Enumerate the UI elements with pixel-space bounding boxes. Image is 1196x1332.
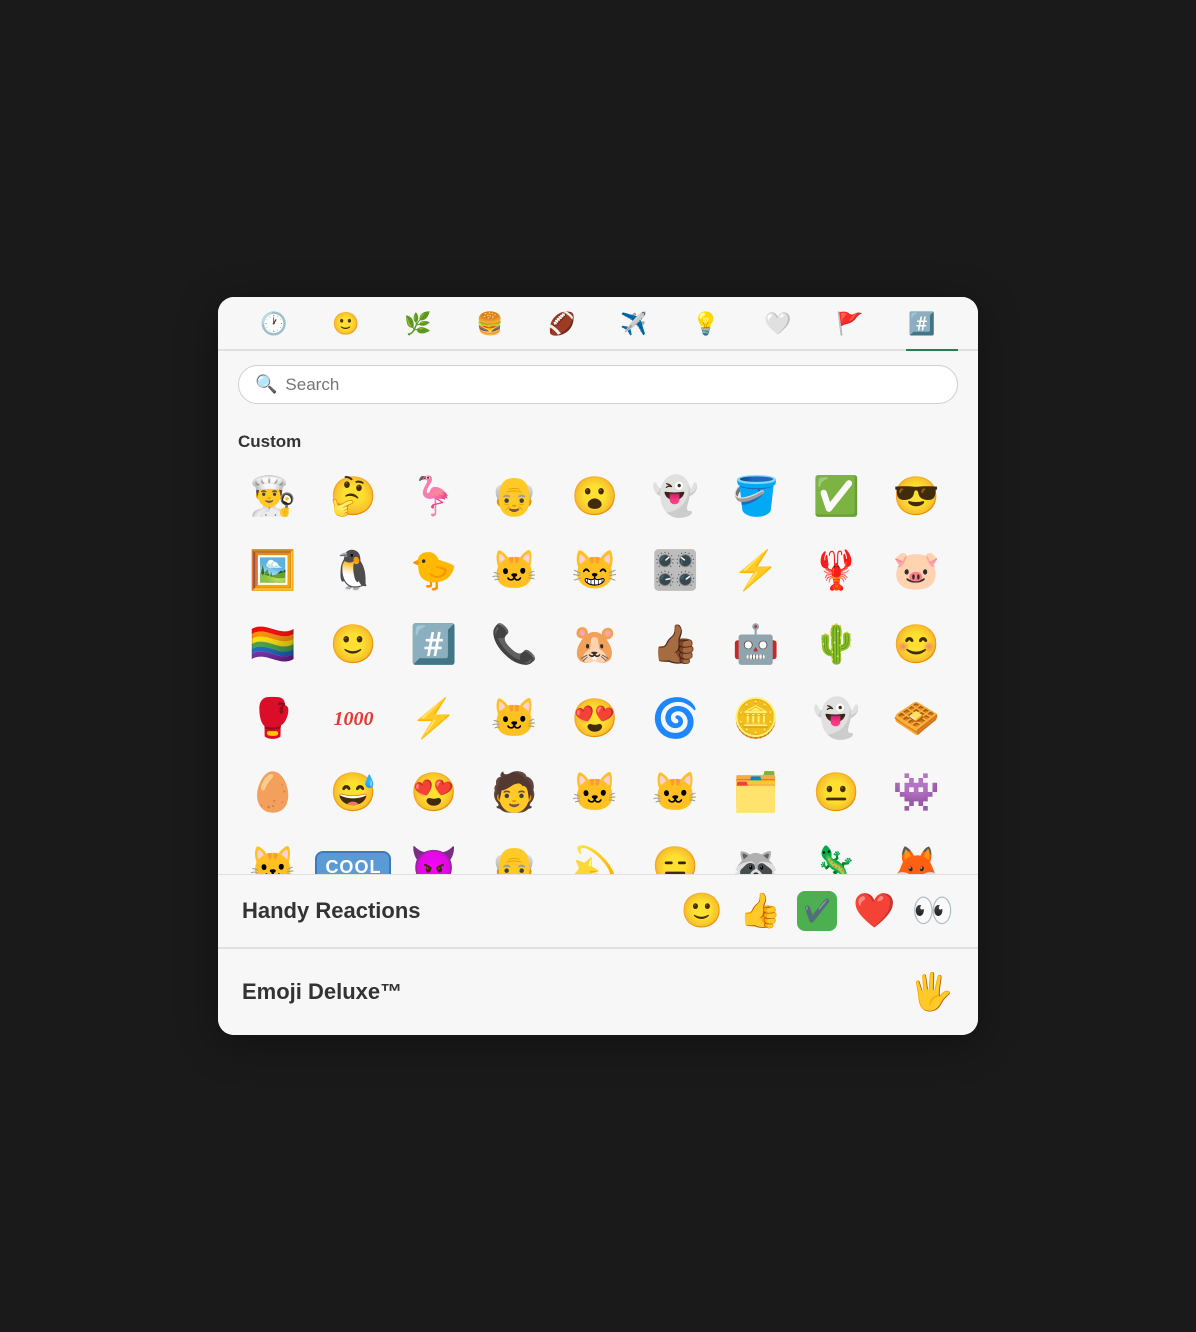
emoji-picker: 🕐 🙂 🌿 🍔 🏈 ✈️ 💡 🤍 🚩 #️⃣ 🔍 Custom 👨‍🍳 🤔 🦩 … bbox=[218, 297, 978, 1035]
cool-text: COOL bbox=[315, 851, 391, 875]
emoji-photo[interactable]: 🖼️ bbox=[238, 536, 308, 606]
search-icon: 🔍 bbox=[255, 374, 277, 395]
emoji-surprised[interactable]: 😮 bbox=[560, 462, 630, 532]
tab-symbols[interactable]: 🤍 bbox=[742, 311, 814, 349]
emoji-smile[interactable]: 🙂 bbox=[318, 610, 388, 680]
emoji-person[interactable]: 🧑 bbox=[479, 758, 549, 828]
emoji-grid-custom: 👨‍🍳 🤔 🦩 👴 😮 👻 🪣 ✅ 😎 🖼️ 🐧 🐤 🐱 😸 🎛️ ⚡ 🦞 🐷 … bbox=[238, 462, 958, 874]
tab-bar: 🕐 🙂 🌿 🍔 🏈 ✈️ 💡 🤍 🚩 #️⃣ bbox=[218, 297, 978, 351]
emoji-happy-ball[interactable]: 😊 bbox=[882, 610, 952, 680]
tab-nature[interactable]: 🌿 bbox=[382, 311, 454, 349]
emoji-fox[interactable]: 🦊 bbox=[882, 832, 952, 874]
emoji-hashtag-art[interactable]: #️⃣ bbox=[399, 610, 469, 680]
handy-emoji-heart[interactable]: ❤️ bbox=[853, 891, 895, 931]
emoji-cheshire[interactable]: 😸 bbox=[560, 536, 630, 606]
emoji-1000[interactable]: 1000 bbox=[318, 684, 388, 754]
tab-travel[interactable]: ✈️ bbox=[598, 311, 670, 349]
hand-wave-emoji[interactable]: 🖐️ bbox=[909, 971, 954, 1013]
emoji-lobster[interactable]: 🦞 bbox=[801, 536, 871, 606]
tab-flags[interactable]: 🚩 bbox=[814, 311, 886, 349]
emoji-controls[interactable]: 🎛️ bbox=[640, 536, 710, 606]
search-area: 🔍 bbox=[218, 351, 978, 414]
handy-emoji-eyes[interactable]: 👀 bbox=[912, 891, 954, 931]
search-box[interactable]: 🔍 bbox=[238, 365, 958, 404]
emoji-thinking[interactable]: 🤔 bbox=[318, 462, 388, 532]
emoji-hello-kitty[interactable]: 🐱 bbox=[640, 758, 710, 828]
emoji-egg[interactable]: 🥚 bbox=[238, 758, 308, 828]
emoji-pikachu[interactable]: ⚡ bbox=[721, 536, 791, 606]
emoji-unamused[interactable]: 😐 bbox=[801, 758, 871, 828]
tab-food[interactable]: 🍔 bbox=[454, 311, 526, 349]
emoji-bucket[interactable]: 🪣 bbox=[721, 462, 791, 532]
emoji-mario[interactable]: 👾 bbox=[882, 758, 952, 828]
emoji-homer[interactable]: 😅 bbox=[318, 758, 388, 828]
emoji-ghostbuster[interactable]: 👻 bbox=[640, 462, 710, 532]
emoji-deluxe-bar: Emoji Deluxe™ 🖐️ bbox=[218, 948, 978, 1035]
emoji-pig[interactable]: 🐷 bbox=[882, 536, 952, 606]
emoji-waffle[interactable]: 🧇 bbox=[882, 684, 952, 754]
emoji-sunglasses[interactable]: 😎 bbox=[882, 462, 952, 532]
emoji-raptor[interactable]: 🦎 bbox=[801, 832, 871, 874]
emoji-heart-eyes2[interactable]: 😍 bbox=[399, 758, 469, 828]
emoji-pink-thing[interactable]: 🦩 bbox=[399, 462, 469, 532]
emoji-burns[interactable]: 👴 bbox=[479, 832, 549, 874]
emoji-cactus[interactable]: 🌵 bbox=[801, 610, 871, 680]
emoji-sheets[interactable]: 🗂️ bbox=[721, 758, 791, 828]
emoji-cat2[interactable]: 🐱 bbox=[560, 758, 630, 828]
emoji-unamused2[interactable]: 😑 bbox=[640, 832, 710, 874]
emoji-heart-eyes[interactable]: 😍 bbox=[560, 684, 630, 754]
emoji-cool-badge[interactable]: COOL bbox=[318, 832, 388, 874]
emoji-deluxe-label: Emoji Deluxe™ bbox=[242, 979, 909, 1005]
emoji-phone[interactable]: 📞 bbox=[479, 610, 549, 680]
handy-reactions-label: Handy Reactions bbox=[242, 898, 665, 924]
custom-section-label: Custom bbox=[238, 432, 958, 452]
emoji-boxing[interactable]: 🥊 bbox=[238, 684, 308, 754]
emoji-raccoon[interactable]: 🦝 bbox=[721, 832, 791, 874]
emoji-penguin[interactable]: 🐧 bbox=[318, 536, 388, 606]
emoji-grumpy-cat[interactable]: 🐱 bbox=[238, 832, 308, 874]
tab-tags[interactable]: #️⃣ bbox=[886, 311, 958, 349]
emoji-rainbow-flag[interactable]: 🏳️‍🌈 bbox=[238, 610, 308, 680]
handy-emoji-smile[interactable]: 🙂 bbox=[681, 891, 723, 931]
handy-emoji-thumbs[interactable]: 👍 bbox=[739, 891, 781, 931]
emoji-chef[interactable]: 👨‍🍳 bbox=[238, 462, 308, 532]
emoji-bitcoin[interactable]: 🪙 bbox=[721, 684, 791, 754]
emoji-dizzy[interactable]: 💫 bbox=[560, 832, 630, 874]
emoji-thumbs-brown[interactable]: 👍🏾 bbox=[640, 610, 710, 680]
emoji-robot[interactable]: 🤖 bbox=[721, 610, 791, 680]
emoji-scroll-area[interactable]: Custom 👨‍🍳 🤔 🦩 👴 😮 👻 🪣 ✅ 😎 🖼️ 🐧 🐤 🐱 😸 🎛️… bbox=[218, 414, 978, 874]
emoji-hamster[interactable]: 🐹 bbox=[560, 610, 630, 680]
emoji-ghost2[interactable]: 👻 bbox=[801, 684, 871, 754]
emoji-cat-art[interactable]: 🐱 bbox=[479, 684, 549, 754]
emoji-verified[interactable]: ✅ bbox=[801, 462, 871, 532]
tab-recent[interactable]: 🕐 bbox=[238, 311, 310, 349]
tab-sports[interactable]: 🏈 bbox=[526, 311, 598, 349]
emoji-flash[interactable]: ⚡ bbox=[399, 684, 469, 754]
tab-objects[interactable]: 💡 bbox=[670, 311, 742, 349]
tab-smileys[interactable]: 🙂 bbox=[310, 311, 382, 349]
handy-emoji-check[interactable]: ✔️ bbox=[797, 891, 837, 931]
handy-reactions-bar: Handy Reactions 🙂 👍 ✔️ ❤️ 👀 bbox=[218, 875, 978, 947]
search-input[interactable] bbox=[285, 375, 941, 395]
emoji-bb8[interactable]: 🌀 bbox=[640, 684, 710, 754]
emoji-old-man[interactable]: 👴 bbox=[479, 462, 549, 532]
emoji-devil[interactable]: 😈 bbox=[399, 832, 469, 874]
emoji-tweety[interactable]: 🐤 bbox=[399, 536, 469, 606]
emoji-cat-tie[interactable]: 🐱 bbox=[479, 536, 549, 606]
